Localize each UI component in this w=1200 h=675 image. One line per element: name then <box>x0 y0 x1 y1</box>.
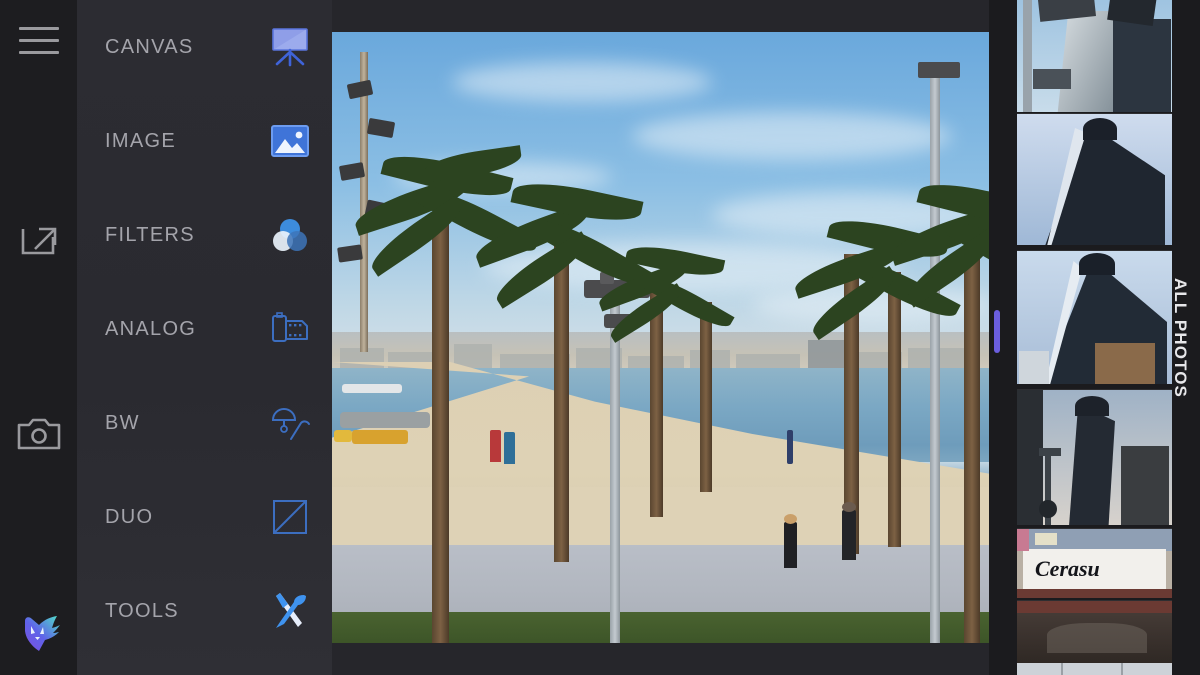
color-circles-icon <box>268 214 312 256</box>
photo-lamp-post <box>610 300 620 643</box>
fox-logo-icon <box>24 616 60 651</box>
thumbnail-item[interactable] <box>1017 0 1172 112</box>
left-icon-rail <box>0 0 77 675</box>
photo-rocks <box>340 412 430 428</box>
thumbnail-list[interactable]: Cerasu <box>1017 0 1172 675</box>
menu-item-label: CANVAS <box>105 35 194 58</box>
photo-right-pole <box>930 76 940 643</box>
all-photos-label: ALL PHOTOS <box>1166 0 1194 675</box>
menu-item-bw[interactable]: BW <box>77 376 332 470</box>
app-logo-button[interactable] <box>0 600 77 666</box>
camera-button[interactable] <box>0 404 77 464</box>
hammer-wrench-icon <box>268 590 312 632</box>
menu-item-label: BW <box>105 411 140 434</box>
menu-item-label: IMAGE <box>105 129 176 152</box>
thumbnail-item[interactable] <box>1017 113 1172 245</box>
thumbnail-item[interactable]: Cerasu <box>1017 528 1172 598</box>
photo-palm-fronds <box>886 174 989 312</box>
photo-person <box>784 522 797 568</box>
tool-menu-panel: CANVAS IMAGE FILTERS ANALOG BW DUO TOOLS <box>77 0 332 675</box>
camera-icon <box>17 418 60 450</box>
film-roll-icon <box>268 308 312 350</box>
all-photos-strip: Cerasu ALL PHOTOS <box>989 0 1200 675</box>
thumbnail-item[interactable] <box>1017 389 1172 525</box>
all-photos-text: ALL PHOTOS <box>1171 277 1191 398</box>
menu-item-image[interactable]: IMAGE <box>77 94 332 188</box>
thumbnail-item[interactable] <box>1017 250 1172 384</box>
edited-photo[interactable] <box>332 32 989 643</box>
photo-yellow-boat <box>352 430 408 444</box>
menu-item-duo[interactable]: DUO <box>77 470 332 564</box>
menu-item-analog[interactable]: ANALOG <box>77 282 332 376</box>
photo-person <box>842 510 856 560</box>
photo-palm-fronds <box>595 240 746 346</box>
menu-item-label: ANALOG <box>105 317 197 340</box>
app-root: CANVAS IMAGE FILTERS ANALOG BW DUO TOOLS… <box>0 0 1200 675</box>
picture-image-icon <box>268 120 312 162</box>
menu-item-label: DUO <box>105 505 154 528</box>
photo-yellow-object <box>334 430 352 442</box>
export-share-button[interactable] <box>0 207 77 267</box>
bw-umbrella-icon <box>268 402 312 444</box>
thumbnail-item[interactable] <box>1017 600 1172 675</box>
photo-grass <box>332 612 989 643</box>
hamburger-menu-icon <box>18 26 59 54</box>
duotone-square-icon <box>268 496 312 538</box>
photo-person <box>504 432 515 464</box>
photo-buoy <box>787 430 793 464</box>
export-share-icon <box>21 227 56 255</box>
photo-person <box>490 430 501 462</box>
photo-boat <box>342 384 402 393</box>
menu-item-filters[interactable]: FILTERS <box>77 188 332 282</box>
menu-item-label: FILTERS <box>105 223 195 246</box>
strip-scrollbar[interactable] <box>994 310 1000 353</box>
menu-item-tools[interactable]: TOOLS <box>77 564 332 658</box>
easel-canvas-icon <box>268 26 312 68</box>
menu-item-label: TOOLS <box>105 599 179 622</box>
menu-item-canvas[interactable]: CANVAS <box>77 0 332 94</box>
hamburger-menu-button[interactable] <box>0 10 77 70</box>
photo-canvas-area[interactable] <box>332 0 989 675</box>
